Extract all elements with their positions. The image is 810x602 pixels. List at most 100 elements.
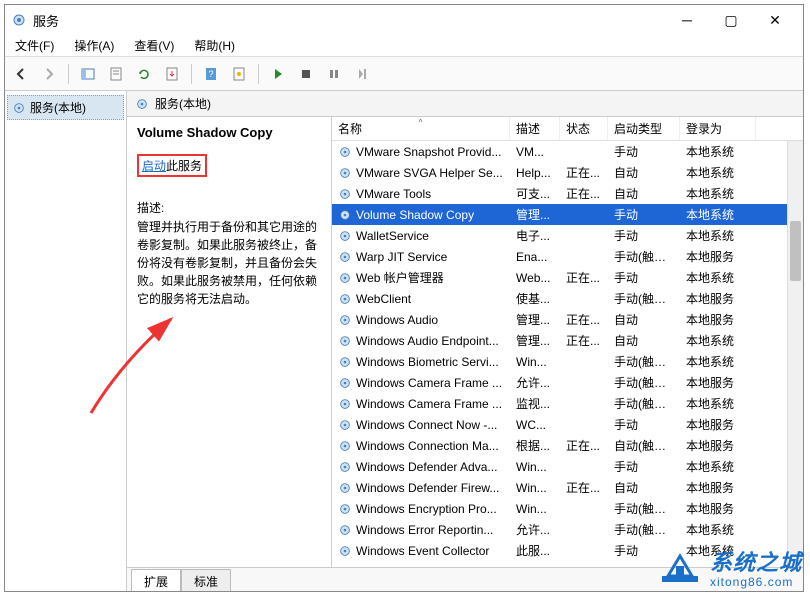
stop-service-button[interactable]	[294, 62, 318, 86]
service-logon: 本地服务	[680, 248, 756, 265]
tree-node-label: 服务(本地)	[30, 99, 86, 116]
tab-standard[interactable]: 标准	[181, 569, 231, 592]
help-button[interactable]: ?	[199, 62, 223, 86]
column-startup[interactable]: 启动类型	[608, 117, 680, 140]
service-row[interactable]: Windows Connection Ma...根据...正在...自动(触发.…	[332, 435, 803, 456]
service-row[interactable]: Windows Encryption Pro...Win...手动(触发...本…	[332, 498, 803, 519]
service-list-panel: ^ 名称 描述 状态 启动类型 登录为 VMware Snapshot Prov…	[332, 117, 803, 567]
gear-icon	[338, 313, 352, 327]
start-service-button[interactable]	[266, 62, 290, 86]
service-name: Windows Camera Frame ...	[356, 376, 502, 390]
service-row[interactable]: Windows Camera Frame ...监视...手动(触发...本地系…	[332, 393, 803, 414]
back-button[interactable]	[9, 62, 33, 86]
gear-icon	[338, 208, 352, 222]
service-name: Windows Biometric Servi...	[356, 355, 499, 369]
service-row[interactable]: Windows Audio Endpoint...管理...正在...自动本地系…	[332, 330, 803, 351]
service-startup: 手动	[608, 458, 680, 475]
forward-button[interactable]	[37, 62, 61, 86]
list-rows: VMware Snapshot Provid...VM...手动本地系统VMwa…	[332, 141, 803, 567]
vertical-scrollbar[interactable]	[787, 141, 803, 567]
service-logon: 本地服务	[680, 290, 756, 307]
service-name: Windows Audio	[356, 313, 438, 327]
column-name[interactable]: ^ 名称	[332, 117, 510, 140]
service-startup: 手动(触发...	[608, 521, 680, 538]
restart-service-button[interactable]	[350, 62, 374, 86]
service-logon: 本地服务	[680, 500, 756, 517]
menu-view[interactable]: 查看(V)	[130, 35, 178, 56]
service-row[interactable]: VMware Tools可支...正在...自动本地系统	[332, 183, 803, 204]
service-logon: 本地系统	[680, 332, 756, 349]
detail-header: 服务(本地)	[127, 91, 803, 117]
service-row[interactable]: WebClient使基...手动(触发...本地服务	[332, 288, 803, 309]
gear-icon	[338, 439, 352, 453]
service-row[interactable]: Windows Defender Firew...Win...正在...自动本地…	[332, 477, 803, 498]
service-startup: 手动(触发...	[608, 248, 680, 265]
tree-pane: 服务(本地)	[5, 91, 127, 591]
service-desc: 管理...	[510, 332, 560, 349]
properties-button[interactable]	[104, 62, 128, 86]
menu-file[interactable]: 文件(F)	[11, 35, 58, 56]
service-row[interactable]: Web 帐户管理器Web...正在...手动本地系统	[332, 267, 803, 288]
service-row[interactable]: Windows Biometric Servi...Win...手动(触发...…	[332, 351, 803, 372]
service-startup: 手动	[608, 269, 680, 286]
service-row[interactable]: Windows Error Reportin...允许...手动(触发...本地…	[332, 519, 803, 540]
close-button[interactable]: ✕	[753, 6, 797, 34]
service-name: Web 帐户管理器	[356, 269, 444, 286]
service-row[interactable]: Volume Shadow Copy管理...手动本地系统	[332, 204, 803, 225]
service-startup: 手动	[608, 227, 680, 244]
service-logon: 本地系统	[680, 164, 756, 181]
service-startup: 手动	[608, 143, 680, 160]
description-text: 管理并执行用于备份和其它用途的卷影复制。如果此服务被终止，备份将没有卷影复制，并…	[137, 218, 321, 308]
service-logon: 本地系统	[680, 458, 756, 475]
gear-icon	[135, 97, 149, 111]
service-startup: 自动(触发...	[608, 437, 680, 454]
column-desc[interactable]: 描述	[510, 117, 560, 140]
column-status[interactable]: 状态	[560, 117, 608, 140]
gear-icon	[338, 355, 352, 369]
export-button[interactable]	[160, 62, 184, 86]
service-row[interactable]: Windows Defender Adva...Win...手动本地系统	[332, 456, 803, 477]
service-row[interactable]: Windows Camera Frame ...允许...手动(触发...本地服…	[332, 372, 803, 393]
service-row[interactable]: VMware SVGA Helper Se...Help...正在...自动本地…	[332, 162, 803, 183]
sort-ascending-icon: ^	[419, 118, 423, 127]
column-logon[interactable]: 登录为	[680, 117, 756, 140]
service-status: 正在...	[560, 311, 608, 328]
description-panel: Volume Shadow Copy 启动此服务 描述: 管理并执行用于备份和其…	[127, 117, 332, 567]
minimize-button[interactable]: ─	[665, 6, 709, 34]
selected-service-title: Volume Shadow Copy	[137, 125, 321, 140]
description-label: 描述:	[137, 199, 321, 216]
service-row[interactable]: Windows Audio管理...正在...自动本地服务	[332, 309, 803, 330]
menu-help[interactable]: 帮助(H)	[190, 35, 239, 56]
services-window: 服务 ─ ▢ ✕ 文件(F) 操作(A) 查看(V) 帮助(H) ?	[4, 4, 804, 592]
start-service-link[interactable]: 启动	[142, 159, 166, 173]
tab-extended[interactable]: 扩展	[131, 569, 181, 592]
service-startup: 自动	[608, 311, 680, 328]
service-row[interactable]: Windows Connect Now -...WC...手动本地服务	[332, 414, 803, 435]
service-startup: 手动(触发...	[608, 353, 680, 370]
refresh-button[interactable]	[132, 62, 156, 86]
service-name: Windows Encryption Pro...	[356, 502, 497, 516]
column-desc-label: 描述	[516, 120, 540, 137]
service-logon: 本地服务	[680, 311, 756, 328]
gear-icon	[338, 166, 352, 180]
titlebar: 服务 ─ ▢ ✕	[5, 5, 803, 35]
scrollbar-thumb[interactable]	[790, 221, 801, 281]
gear-icon	[338, 502, 352, 516]
show-hide-tree-button[interactable]	[76, 62, 100, 86]
service-desc: 使基...	[510, 290, 560, 307]
service-row[interactable]: WalletService电子...手动本地系统	[332, 225, 803, 246]
gear-icon	[338, 523, 352, 537]
maximize-button[interactable]: ▢	[709, 6, 753, 34]
service-startup: 手动(触发...	[608, 395, 680, 412]
pause-service-button[interactable]	[322, 62, 346, 86]
service-logon: 本地系统	[680, 143, 756, 160]
service-row[interactable]: Warp JIT ServiceEna...手动(触发...本地服务	[332, 246, 803, 267]
service-name: VMware SVGA Helper Se...	[356, 166, 503, 180]
service-desc: Win...	[510, 460, 560, 474]
gear-icon	[338, 250, 352, 264]
menu-action[interactable]: 操作(A)	[70, 35, 118, 56]
tree-node-services-local[interactable]: 服务(本地)	[7, 95, 124, 120]
help-topics-button[interactable]	[227, 62, 251, 86]
service-name: Volume Shadow Copy	[356, 208, 474, 222]
service-row[interactable]: VMware Snapshot Provid...VM...手动本地系统	[332, 141, 803, 162]
